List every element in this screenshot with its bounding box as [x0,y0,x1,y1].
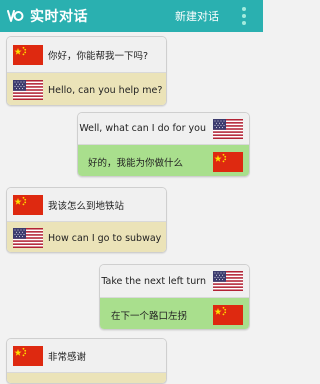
message-text: 非常感谢 [48,351,87,363]
china-flag-icon [13,346,43,366]
message-source-row: 我该怎么到地铁站 [7,188,166,222]
page-title: 实时对话 [30,9,88,25]
message-text: Well, what can I do for you [79,123,206,134]
message-source-row: 你好，你能帮我一下吗? [7,37,166,73]
top-bar: 实时对话 新建对话 [0,0,263,32]
message-left: 我该怎么到地铁站 How can I go to subway [6,187,167,253]
message-translation: 好的，我能为你做什么 [87,157,183,169]
message-left: 你好，你能帮我一下吗? Hello, can you help me? [6,36,167,106]
app-logo-icon [6,7,24,25]
china-flag-icon [13,195,43,215]
message-right: Well, what can I do for you 好的，我能为你做什么 [77,112,250,177]
message-translation-row: Hello, can you help me? [7,73,166,105]
message-translation: Hello, can you help me? [48,84,163,96]
us-flag-icon [13,80,43,100]
new-chat-button[interactable]: 新建对话 [175,8,219,24]
message-source-row: 非常感谢 [7,339,166,373]
message-translation-row: How can I go to subway [7,222,166,252]
message-translation-row [7,373,166,383]
message-translation-row: 在下一个路口左拐 [100,298,249,329]
chat-list[interactable]: 你好，你能帮我一下吗? Hello, can you help me? Well… [0,32,263,384]
message-translation-row: 好的，我能为你做什么 [78,145,249,176]
message-right: Take the next left turn 在下一个路口左拐 [99,264,250,330]
china-flag-icon [213,305,243,325]
more-menu-icon[interactable] [241,5,247,27]
message-source-row: Take the next left turn [100,265,249,298]
message-left: 非常感谢 [6,338,167,384]
message-source-row: Well, what can I do for you [78,113,249,145]
message-text: 你好，你能帮我一下吗? [48,50,149,62]
us-flag-icon [13,228,43,248]
us-flag-icon [213,271,243,291]
china-flag-icon [213,152,243,172]
message-text: Take the next left turn [101,275,206,287]
message-translation: 在下一个路口左拐 [110,310,187,322]
message-text: 我该怎么到地铁站 [48,200,125,212]
us-flag-icon [213,119,243,139]
message-translation: How can I go to subway [48,232,162,244]
china-flag-icon [13,45,43,65]
